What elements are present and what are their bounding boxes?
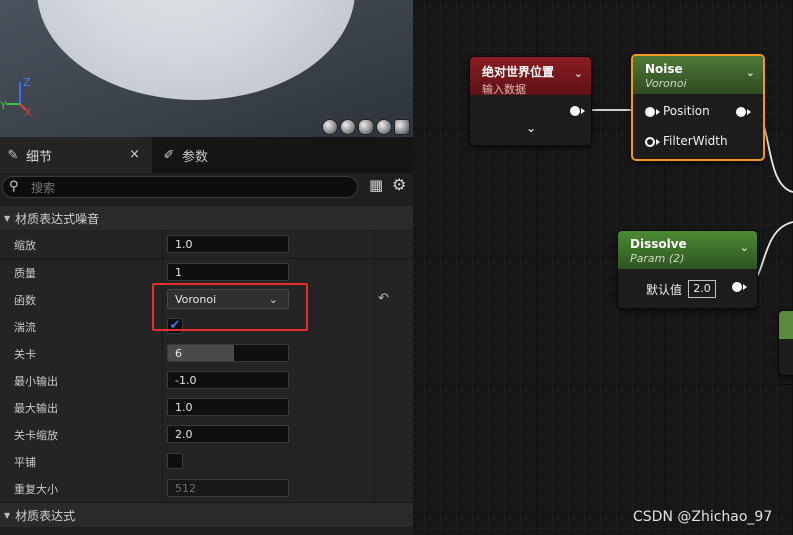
property-label: 关卡缩放 xyxy=(14,429,58,442)
pin-label-position: Position xyxy=(663,104,710,118)
pin-arrow-icon xyxy=(743,284,747,290)
preview-cylinder-button[interactable] xyxy=(322,119,338,135)
material-preview-viewport[interactable]: Z Y X xyxy=(0,0,413,137)
property-label: 缩放 xyxy=(14,239,36,252)
node-header: 绝对世界位置 输入数据 ⌄ xyxy=(470,57,591,96)
output-pin[interactable] xyxy=(732,282,742,292)
chevron-down-icon: ⌄ xyxy=(739,241,749,254)
pencil-icon: ✎ xyxy=(7,147,19,163)
preview-plane-button[interactable] xyxy=(358,119,374,135)
node-header: Noise Voronoi ⌄ xyxy=(633,56,763,94)
output-pin[interactable] xyxy=(570,106,580,116)
property-row-level-scale: 关卡缩放 2.0 xyxy=(0,421,413,449)
pin-arrow-icon xyxy=(747,109,751,115)
levels-slider[interactable]: 6 xyxy=(167,344,289,362)
property-row-scale: 缩放 1.0 xyxy=(0,231,413,259)
level-scale-input[interactable]: 2.0 xyxy=(167,425,289,443)
property-label: 关卡 xyxy=(14,348,36,361)
search-input[interactable] xyxy=(29,178,343,198)
property-label: 最大输出 xyxy=(14,402,58,415)
pin-arrow-icon xyxy=(581,108,585,114)
preview-sphere xyxy=(37,0,355,100)
node-title: Dissolve xyxy=(630,237,687,251)
details-panel: ✎ 细节 × ✐ 参数 ⚲ ▦ ⚙ ▼ 材质表达式噪音 缩放 1.0 质量 1 … xyxy=(0,137,413,535)
output-min-input[interactable]: -1.0 xyxy=(167,371,289,389)
search-icon: ⚲ xyxy=(9,179,19,194)
node-subtitle: Param (2) xyxy=(630,252,685,265)
close-tab-icon[interactable]: × xyxy=(129,147,140,162)
tab-parameters-label: 参数 xyxy=(182,149,209,165)
property-label: 湍流 xyxy=(14,321,36,334)
tab-details[interactable]: ✎ 细节 × xyxy=(0,137,152,173)
node-subtitle: 输入数据 xyxy=(482,83,526,96)
node-absolute-world-position[interactable]: 绝对世界位置 输入数据 ⌄ ⌄ xyxy=(469,56,592,146)
brush-icon: ✐ xyxy=(163,147,175,163)
table-view-icon[interactable]: ▦ xyxy=(369,177,385,193)
levels-value: 6 xyxy=(175,347,182,360)
preview-mesh-button[interactable] xyxy=(394,119,410,135)
property-label: 质量 xyxy=(14,267,36,280)
node-header xyxy=(779,311,793,339)
property-label: 最小输出 xyxy=(14,375,58,388)
collapse-triangle-icon: ▼ xyxy=(4,510,11,520)
repeat-size-input: 512 xyxy=(167,479,289,497)
section-title: 材质表达式 xyxy=(15,508,76,523)
axis-y-label: Y xyxy=(0,99,7,112)
tab-parameters[interactable]: ✐ 参数 xyxy=(156,137,306,173)
output-max-input[interactable]: 1.0 xyxy=(167,398,289,416)
section-material-expression-noise[interactable]: ▼ 材质表达式噪音 xyxy=(0,206,413,230)
pin-label-default-value: 默认值 xyxy=(646,283,683,297)
output-pin[interactable] xyxy=(736,107,746,117)
chevron-down-icon: ⌄ xyxy=(573,67,583,80)
input-pin-filterwidth[interactable] xyxy=(645,137,655,147)
property-row-levels: 关卡 6 xyxy=(0,340,413,368)
property-label: 重复大小 xyxy=(14,483,58,496)
axis-z-label: Z xyxy=(23,76,31,89)
default-value-field[interactable]: 2.0 xyxy=(688,280,716,298)
property-label: 平铺 xyxy=(14,456,36,469)
search-box[interactable]: ⚲ xyxy=(2,176,358,198)
gear-icon[interactable]: ⚙ xyxy=(392,177,408,193)
node-header: Dissolve Param (2) ⌄ xyxy=(618,231,757,269)
preview-sphere-button[interactable] xyxy=(340,119,356,135)
axis-x-label: X xyxy=(24,106,32,119)
reset-to-default-icon[interactable]: ↶ xyxy=(378,291,389,306)
pin-arrow-icon xyxy=(656,109,660,115)
pin-label-filterwidth: FilterWidth xyxy=(663,134,728,148)
tiling-checkbox[interactable] xyxy=(167,453,183,469)
preview-cube-button[interactable] xyxy=(376,119,392,135)
scale-input[interactable]: 1.0 xyxy=(167,235,289,253)
watermark-text: CSDN @Zhichao_97 xyxy=(633,509,773,525)
property-row-output-max: 最大输出 1.0 xyxy=(0,394,413,422)
property-row-repeat-size: 重复大小 512 xyxy=(0,475,413,503)
pin-arrow-icon xyxy=(656,139,660,145)
input-pin-position[interactable] xyxy=(645,107,655,117)
property-row-output-min: 最小输出 -1.0 xyxy=(0,367,413,395)
node-offscreen[interactable] xyxy=(778,310,793,376)
annotation-highlight-box xyxy=(152,283,308,331)
material-graph-canvas[interactable]: 绝对世界位置 输入数据 ⌄ ⌄ Noise Voronoi ⌄ Position… xyxy=(413,0,793,535)
expand-chevron-icon[interactable]: ⌄ xyxy=(526,121,536,135)
chevron-down-icon: ⌄ xyxy=(745,66,755,79)
node-noise[interactable]: Noise Voronoi ⌄ Position FilterWidth xyxy=(631,54,765,161)
tab-details-label: 细节 xyxy=(26,149,53,165)
property-row-tiling: 平铺 xyxy=(0,448,413,476)
section-title: 材质表达式噪音 xyxy=(15,211,100,226)
property-label: 函数 xyxy=(14,294,36,307)
quality-input[interactable]: 1 xyxy=(167,263,289,281)
node-dissolve-parameter[interactable]: Dissolve Param (2) ⌄ 默认值 2.0 xyxy=(617,230,758,309)
panel-tab-bar: ✎ 细节 × ✐ 参数 xyxy=(0,137,413,173)
collapse-triangle-icon: ▼ xyxy=(4,213,11,223)
section-material-expression[interactable]: ▼ 材质表达式 xyxy=(0,503,413,527)
